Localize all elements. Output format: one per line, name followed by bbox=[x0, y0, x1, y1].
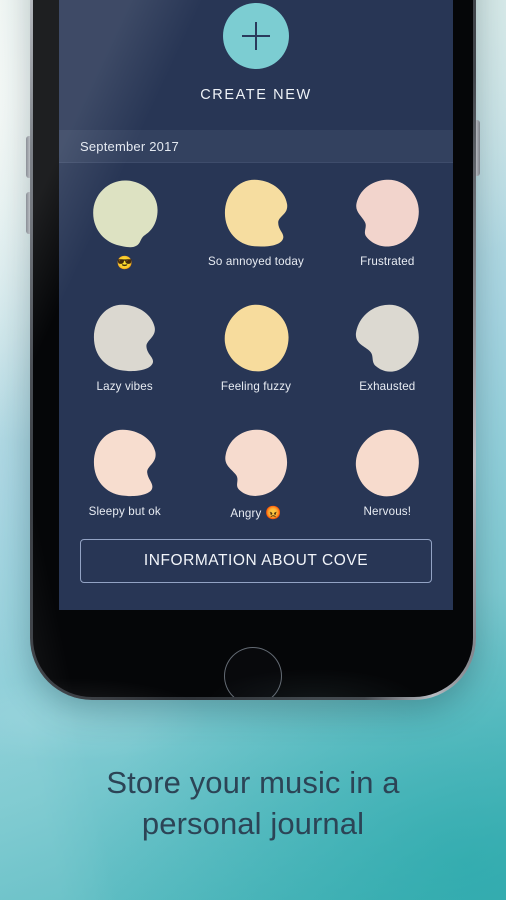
volume-down-button[interactable] bbox=[26, 192, 30, 234]
create-new-section[interactable]: CREATE NEW bbox=[59, 3, 453, 103]
volume-up-button[interactable] bbox=[26, 136, 30, 178]
entry-label: Angry 😡 bbox=[230, 505, 282, 520]
entry-cell[interactable]: Exhausted bbox=[322, 292, 453, 417]
phone-device: CREATE NEW September 2017 😎 So annoyed to… bbox=[26, 0, 480, 700]
entry-cell[interactable]: Frustrated bbox=[322, 167, 453, 292]
entry-label: Lazy vibes bbox=[96, 380, 153, 393]
entry-cell[interactable]: Angry 😡 bbox=[190, 417, 321, 542]
mood-blob-icon bbox=[88, 417, 162, 509]
entry-cell[interactable]: So annoyed today bbox=[190, 167, 321, 292]
entry-label: Exhausted bbox=[359, 380, 416, 393]
screenshot-stage: CREATE NEW September 2017 😎 So annoyed to… bbox=[0, 0, 506, 900]
month-header: September 2017 bbox=[59, 130, 453, 163]
promo-caption-line2: personal journal bbox=[141, 806, 365, 842]
entry-emoji-icon: 😎 bbox=[116, 255, 133, 270]
entry-emoji-icon: 😡 bbox=[261, 505, 282, 520]
entry-grid: 😎 So annoyed today Frustrated Lazy vibes Fee… bbox=[59, 167, 453, 542]
mood-blob-icon bbox=[350, 292, 424, 384]
promo-caption-line1: Store your music in a bbox=[106, 765, 400, 800]
mood-blob-icon bbox=[219, 417, 293, 509]
mood-blob-icon bbox=[219, 167, 293, 259]
mood-blob-icon bbox=[88, 292, 162, 384]
phone-body: CREATE NEW September 2017 😎 So annoyed to… bbox=[33, 0, 473, 697]
entry-cell[interactable]: 😎 bbox=[59, 167, 190, 292]
entry-label: Sleepy but ok bbox=[88, 505, 161, 518]
month-header-label: September 2017 bbox=[80, 138, 179, 154]
mood-blob-icon bbox=[350, 167, 424, 259]
power-button[interactable] bbox=[476, 120, 480, 176]
phone-screen: CREATE NEW September 2017 😎 So annoyed to… bbox=[59, 0, 453, 610]
plus-icon[interactable] bbox=[223, 3, 289, 69]
entry-cell[interactable]: Lazy vibes bbox=[59, 292, 190, 417]
cove-app: CREATE NEW September 2017 😎 So annoyed to… bbox=[59, 0, 453, 610]
plus-icon-vertical bbox=[255, 22, 257, 50]
entry-cell[interactable]: Sleepy but ok bbox=[59, 417, 190, 542]
entry-label: Feeling fuzzy bbox=[220, 380, 292, 393]
entry-label: 😎 bbox=[116, 255, 132, 271]
entry-cell[interactable]: Nervous! bbox=[322, 417, 453, 542]
information-about-cove-button[interactable]: INFORMATION ABOUT COVE bbox=[80, 539, 432, 583]
entry-cell[interactable]: Feeling fuzzy bbox=[190, 292, 321, 417]
promo-caption: Store your music in a personal journal bbox=[0, 762, 506, 844]
entry-label: Frustrated bbox=[360, 255, 415, 268]
mood-blob-icon bbox=[88, 167, 162, 259]
create-new-label: CREATE NEW bbox=[200, 87, 312, 103]
mood-blob-icon bbox=[219, 292, 293, 384]
home-button[interactable] bbox=[224, 647, 282, 697]
mood-blob-icon bbox=[350, 417, 424, 509]
entry-label: So annoyed today bbox=[208, 255, 304, 268]
entry-label: Nervous! bbox=[363, 505, 412, 518]
